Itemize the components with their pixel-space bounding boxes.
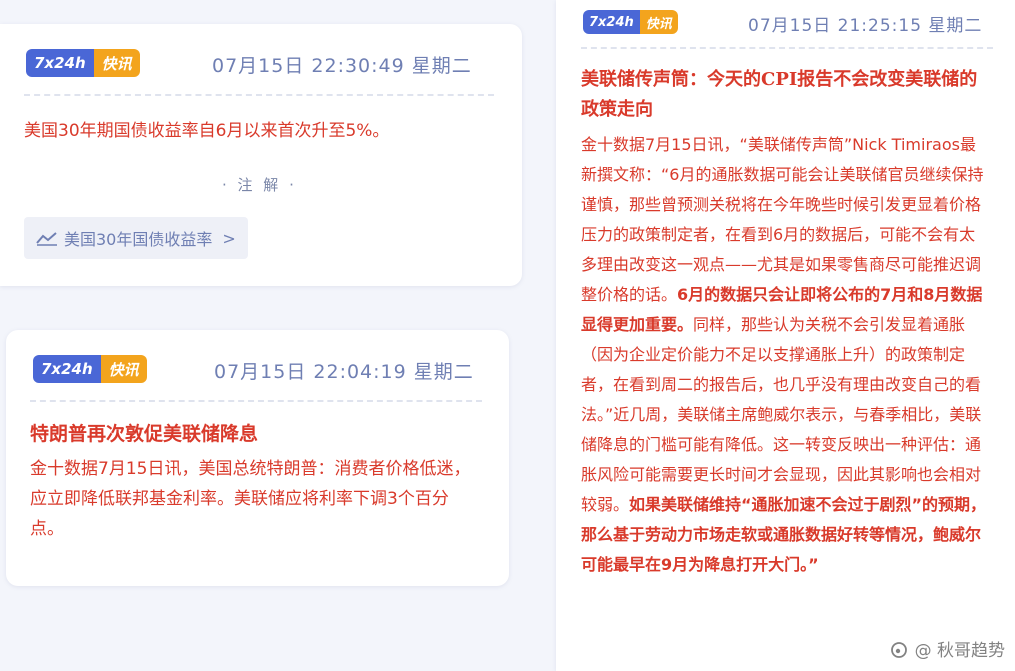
flash-news-badge: 7x24h 快讯 <box>583 10 678 34</box>
divider <box>24 94 494 96</box>
news-text-part-1: 金十数据7月15日讯，“美联储传声筒”Nick Timiraos最新撰文称：“6… <box>581 135 984 304</box>
timestamp: 07月15日 21:25:15 星期二 <box>748 16 983 36</box>
timestamp: 07月15日 22:04:19 星期二 <box>214 361 474 383</box>
watermark-text: @ 秋哥趋势 <box>914 641 1005 661</box>
timestamp: 07月15日 22:30:49 星期二 <box>212 55 472 77</box>
news-text: 金十数据7月15日讯，“美联储传声筒”Nick Timiraos最新撰文称：“6… <box>581 130 991 580</box>
weibo-logo-icon <box>890 641 907 658</box>
watermark: @ 秋哥趋势 <box>889 636 1005 661</box>
badge-7x24h: 7x24h <box>33 355 101 383</box>
trend-line-icon <box>36 232 57 246</box>
badge-7x24h: 7x24h <box>26 49 94 77</box>
badge-kuaixun: 快讯 <box>93 49 140 77</box>
chevron-right-icon: > <box>222 228 236 248</box>
news-text-part-2: 同样，那些认为关税不会引发显着通胀（因为企业定价能力不足以支撑通胀上升）的政策制… <box>581 315 982 514</box>
badge-kuaixun: 快讯 <box>100 355 147 383</box>
flash-news-badge: 7x24h 快讯 <box>33 355 147 383</box>
news-text-bold-2: 如果美联储维持“通胀加速不会过于剧烈”的预期，那么基于劳动力市场走软或通胀数据好… <box>581 495 987 574</box>
news-text: 美国30年期国债收益率自6月以来首次升至5%。 <box>24 121 390 141</box>
badge-7x24h: 7x24h <box>583 10 640 34</box>
news-text: 金十数据7月15日讯，美国总统特朗普：消费者价格低迷，应立即降低联邦基金利率。美… <box>30 459 471 539</box>
news-headline: 美联储传声筒：今天的CPI报告不会改变美联储的政策走向 <box>581 69 978 120</box>
related-tag-button[interactable]: 美国30年国债收益率 > <box>24 217 248 259</box>
divider <box>581 47 993 49</box>
news-headline: 特朗普再次敦促美联储降息 <box>30 423 259 445</box>
flash-news-badge: 7x24h 快讯 <box>26 49 140 77</box>
related-tag-label: 美国30年国债收益率 <box>64 230 213 249</box>
news-card-right[interactable]: 7x24h 快讯 07月15日 21:25:15 星期二 美联储传声筒：今天的C… <box>556 0 1015 671</box>
news-card-bottom-left[interactable]: 7x24h 快讯 07月15日 22:04:19 星期二 特朗普再次敦促美联储降… <box>6 330 509 586</box>
badge-kuaixun: 快讯 <box>639 10 678 34</box>
annotation-label: · 注 解 · <box>222 176 297 194</box>
divider <box>30 400 482 402</box>
news-card-top-left[interactable]: 7x24h 快讯 07月15日 22:30:49 星期二 美国30年期国债收益率… <box>0 24 522 286</box>
